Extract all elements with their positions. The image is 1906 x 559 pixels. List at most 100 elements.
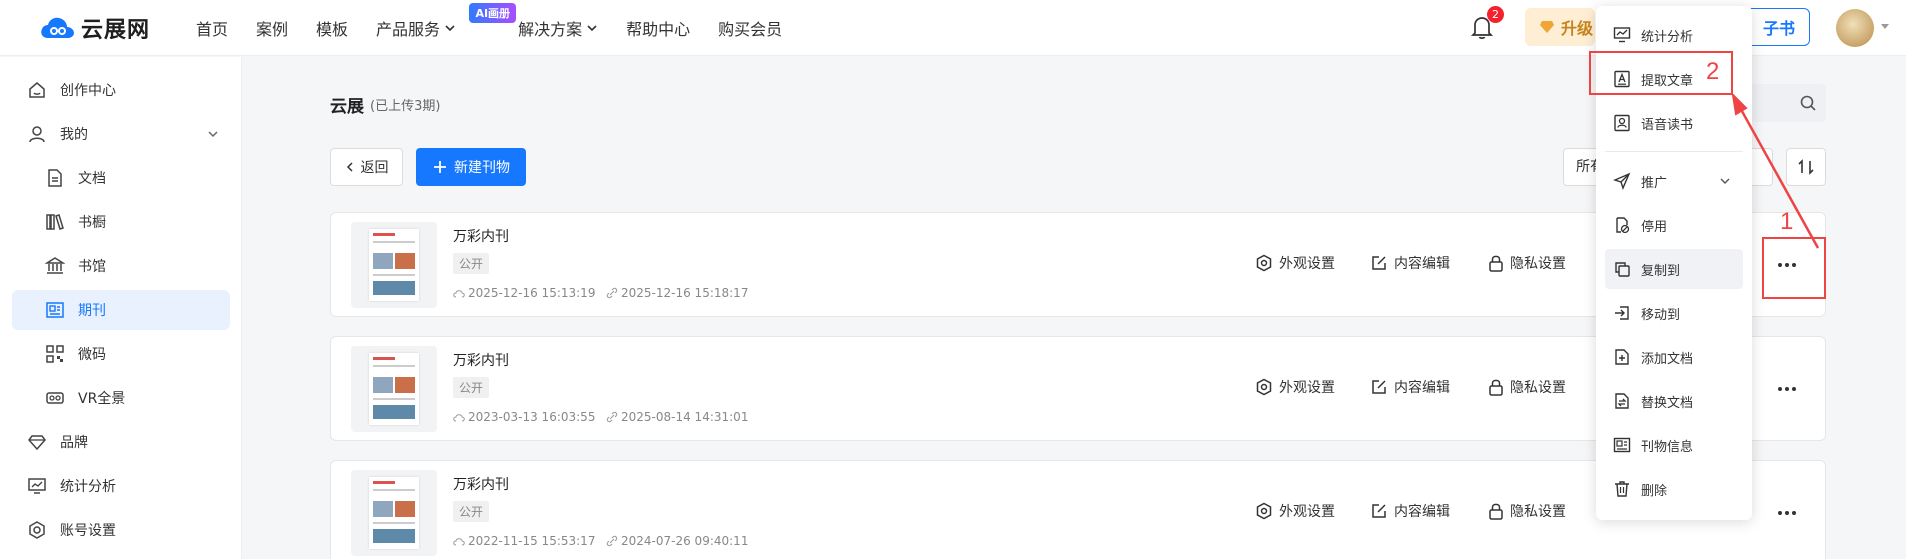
menu-item-copy-to[interactable]: 复制到 (1605, 249, 1743, 289)
menu-item-label: 推广 (1641, 175, 1668, 191)
edit-icon (1372, 504, 1386, 518)
menu-item-promote[interactable]: 推广 (1605, 161, 1743, 201)
menu-item-add-document[interactable]: 添加文档 (1605, 337, 1743, 377)
created-time-text: 2022-11-15 15:53:17 (468, 534, 596, 548)
updated-time-text: 2025-12-16 15:18:17 (621, 286, 749, 300)
periodical-icon (44, 299, 66, 321)
periodical-name[interactable]: 万彩内刊 (453, 350, 509, 370)
appearance-settings-button[interactable]: 外观设置 (1255, 253, 1335, 273)
periodical-name[interactable]: 万彩内刊 (453, 474, 509, 494)
sidebar-item-account-settings[interactable]: 账号设置 (12, 510, 230, 550)
voice-book-icon (1614, 114, 1630, 132)
more-options-button[interactable] (1771, 501, 1803, 525)
info-icon (1613, 437, 1631, 453)
lock-icon (1489, 503, 1503, 520)
sidebar-item-library[interactable]: 书馆 (12, 246, 230, 286)
caret-down-icon[interactable] (1880, 23, 1890, 31)
menu-item-move-to[interactable]: 移动到 (1605, 293, 1743, 333)
updated-time: 2025-12-16 15:18:17 (606, 286, 748, 300)
notification-count-badge: 2 (1487, 6, 1504, 23)
page-title: 云展 (330, 97, 364, 117)
chart-icon (26, 475, 48, 497)
chevron-down-icon (208, 131, 218, 138)
sidebar-item-bookshelf[interactable]: 书橱 (12, 202, 230, 242)
more-options-button[interactable] (1771, 377, 1803, 401)
periodical-thumbnail[interactable] (351, 222, 437, 308)
appearance-settings-button[interactable]: 外观设置 (1255, 501, 1335, 521)
periodical-thumbnail[interactable] (351, 470, 437, 556)
action-label: 外观设置 (1279, 380, 1335, 396)
nav-solutions[interactable]: 解决方案 (518, 16, 598, 40)
ai-badge[interactable]: AI画册 (469, 3, 517, 23)
content-edit-button[interactable]: 内容编辑 (1370, 253, 1450, 273)
menu-item-voice-book[interactable]: 语音读书 (1605, 103, 1743, 143)
privacy-settings-button[interactable]: 隐私设置 (1488, 501, 1566, 521)
nav-templates[interactable]: 模板 (316, 16, 348, 40)
hexagon-settings-icon (1256, 254, 1272, 272)
lock-icon (1489, 379, 1503, 396)
action-label: 内容编辑 (1394, 380, 1450, 396)
sidebar-item-label: 文档 (78, 171, 106, 187)
privacy-settings-button[interactable]: 隐私设置 (1488, 377, 1566, 397)
nav-help[interactable]: 帮助中心 (626, 16, 690, 40)
nav-home[interactable]: 首页 (196, 16, 228, 40)
menu-item-statistics[interactable]: 统计分析 (1605, 15, 1743, 55)
periodical-thumbnail[interactable] (351, 346, 437, 432)
menu-item-delete[interactable]: 删除 (1605, 469, 1743, 509)
nav-label: 产品服务 (376, 20, 441, 39)
nav-label: 帮助中心 (626, 20, 691, 39)
library-icon (44, 255, 66, 277)
menu-item-label: 添加文档 (1641, 351, 1694, 367)
upload-cloud-icon (453, 538, 465, 546)
sidebar-item-creation-center[interactable]: 创作中心 (12, 70, 230, 110)
annotation-step-1: 1 (1780, 208, 1794, 235)
sidebar-item-vr[interactable]: VR全景 (12, 378, 230, 418)
move-icon (1615, 306, 1629, 320)
new-periodical-button[interactable]: 新建刊物 (416, 148, 526, 186)
logo-text: 云展网 (81, 18, 151, 43)
appearance-settings-button[interactable]: 外观设置 (1255, 377, 1335, 397)
nav-label: 解决方案 (518, 20, 583, 39)
menu-item-periodical-info[interactable]: 刊物信息 (1605, 425, 1743, 465)
content-edit-button[interactable]: 内容编辑 (1370, 501, 1450, 521)
nav-label: 模板 (316, 20, 349, 39)
content-edit-button[interactable]: 内容编辑 (1370, 377, 1450, 397)
sidebar-item-brand[interactable]: 品牌 (12, 422, 230, 462)
back-button[interactable]: 返回 (330, 148, 403, 186)
created-time: 2022-11-15 15:53:17 (453, 534, 595, 548)
settings-icon (26, 519, 48, 541)
sort-icon (1798, 159, 1814, 175)
nav-products[interactable]: 产品服务 AI画册 (376, 3, 517, 40)
sidebar-item-label: 期刊 (78, 303, 106, 319)
diamond-icon (26, 431, 48, 453)
menu-item-disable[interactable]: 停用 (1605, 205, 1743, 245)
nav-membership[interactable]: 购买会员 (718, 16, 782, 40)
sidebar-item-mine[interactable]: 我的 (12, 114, 230, 154)
sort-button[interactable] (1786, 148, 1826, 186)
sidebar-item-documents[interactable]: 文档 (12, 158, 230, 198)
chevron-down-icon (587, 25, 597, 32)
link-icon (606, 287, 618, 299)
created-time-text: 2025-12-16 15:13:19 (468, 286, 596, 300)
upgrade-button[interactable]: 升级 (1525, 8, 1595, 46)
sidebar-item-statistics[interactable]: 统计分析 (12, 466, 230, 506)
updated-time: 2024-07-26 09:40:11 (606, 534, 748, 548)
hexagon-settings-icon (1256, 502, 1272, 520)
more-horizontal-icon (1778, 511, 1796, 515)
search-icon[interactable] (1799, 94, 1817, 112)
bookshelf-icon (44, 211, 66, 233)
sidebar-item-microcode[interactable]: 微码 (12, 334, 230, 374)
logo[interactable]: 云展网 (39, 12, 150, 44)
privacy-settings-button[interactable]: 隐私设置 (1488, 253, 1566, 273)
menu-item-label: 移动到 (1641, 307, 1681, 323)
periodical-name[interactable]: 万彩内刊 (453, 226, 509, 246)
menu-item-replace-document[interactable]: 替换文档 (1605, 381, 1743, 421)
action-label: 内容编辑 (1394, 256, 1450, 272)
plus-icon (434, 161, 446, 173)
diamond-icon (1540, 21, 1554, 33)
nav-cases[interactable]: 案例 (256, 16, 288, 40)
sidebar-item-periodicals[interactable]: 期刊 (12, 290, 230, 330)
avatar[interactable] (1836, 9, 1874, 47)
created-time: 2023-03-13 16:03:55 (453, 410, 595, 424)
action-label: 内容编辑 (1394, 504, 1450, 520)
